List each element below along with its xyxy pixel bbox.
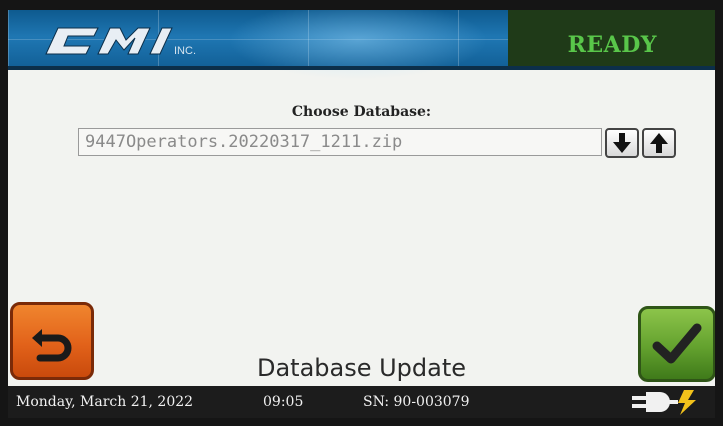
- scroll-down-button[interactable]: [605, 128, 639, 158]
- scroll-up-button[interactable]: [642, 128, 676, 158]
- date-display: Monday, March 21, 2022: [16, 394, 194, 410]
- down-arrow-icon: [613, 133, 631, 153]
- choose-database-label: Choose Database:: [291, 104, 432, 120]
- status-indicator: READY: [567, 32, 657, 58]
- svg-text:INC.: INC.: [174, 45, 196, 57]
- header-bar: INC. READY: [8, 10, 715, 80]
- time-display: 09:05: [263, 394, 304, 410]
- footer-bar: Monday, March 21, 2022 09:05 SN: 90-0030…: [8, 386, 715, 418]
- serial-number: SN: 90-003079: [363, 394, 470, 410]
- header-divider: [8, 66, 715, 70]
- ac-power-plug-icon: [630, 388, 706, 418]
- page-title: Database Update: [256, 354, 467, 382]
- database-select-field[interactable]: 9447Operators.20220317_1211.zip: [78, 128, 602, 156]
- cmi-logo: INC.: [36, 24, 206, 58]
- up-arrow-icon: [650, 133, 668, 153]
- screen: INC. READY Choose Database: 9447Operator…: [8, 10, 715, 418]
- device-bezel: INC. READY Choose Database: 9447Operator…: [0, 0, 723, 426]
- cmi-logo-icon: INC.: [45, 27, 196, 57]
